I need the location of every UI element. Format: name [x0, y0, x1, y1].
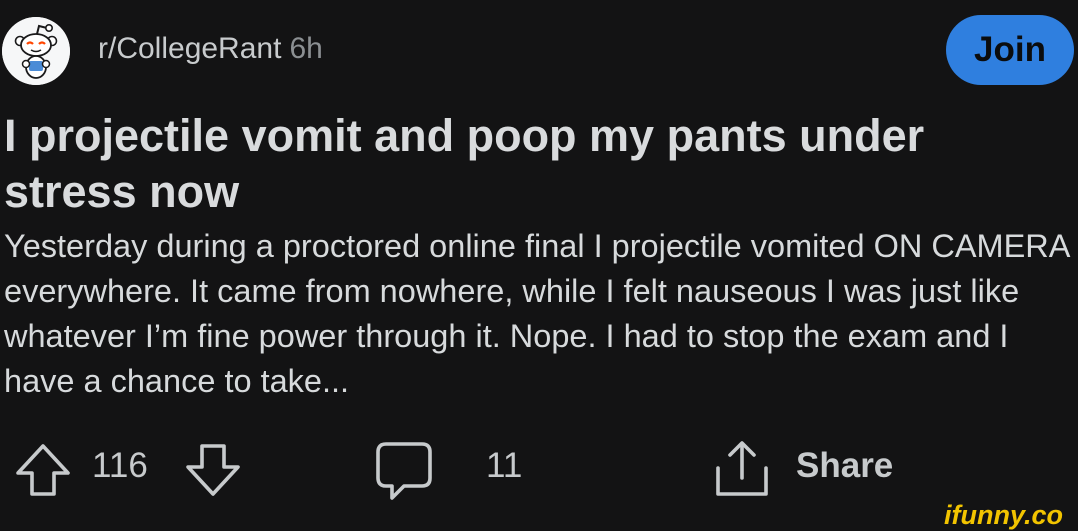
comment-bubble-icon[interactable] — [374, 440, 434, 502]
share-button[interactable]: Share — [796, 445, 893, 487]
post-body[interactable]: Yesterday during a proctored online fina… — [4, 224, 1070, 404]
post-action-bar: 116 11 Share — [0, 432, 1078, 504]
upvote-arrow-icon[interactable] — [14, 442, 72, 498]
snoo-avatar-icon[interactable] — [2, 17, 70, 85]
post-title[interactable]: I projectile vomit and poop my pants und… — [4, 108, 1064, 220]
share-icon[interactable] — [712, 438, 772, 500]
post-header: r/CollegeRant 6h Join — [0, 14, 1078, 86]
downvote-arrow-icon[interactable] — [184, 442, 242, 498]
community-name[interactable]: r/CollegeRant — [98, 32, 281, 65]
comment-count: 11 — [486, 446, 523, 485]
community-line: r/CollegeRant 6h — [98, 31, 323, 67]
vote-count: 116 — [92, 446, 148, 485]
reddit-post: r/CollegeRant 6h Join I projectile vomit … — [0, 0, 1078, 531]
post-time: 6h — [289, 32, 323, 65]
ifunny-watermark: ifunny.co — [944, 500, 1063, 530]
join-button[interactable]: Join — [946, 15, 1074, 85]
